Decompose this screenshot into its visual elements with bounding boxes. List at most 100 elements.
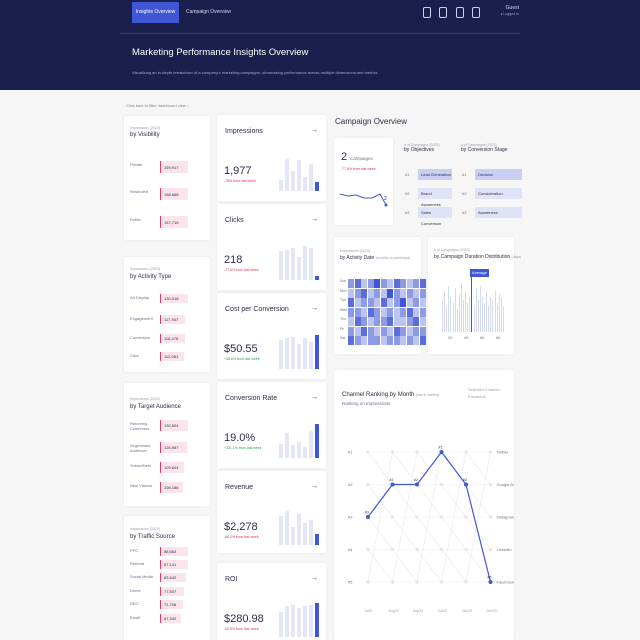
heatmap-cell[interactable] — [354, 317, 361, 326]
heatmap-cell[interactable] — [374, 326, 380, 336]
duration-bar[interactable] — [465, 291, 467, 332]
heatmap-cell[interactable] — [393, 298, 400, 307]
duration-bar[interactable] — [454, 288, 456, 332]
heatmap-cell[interactable] — [367, 279, 374, 288]
category-chip[interactable]: Decision — [475, 169, 522, 180]
heatmap-cell[interactable] — [354, 288, 361, 298]
heatmap-cell[interactable] — [367, 288, 374, 298]
kpi-card-cost-per-conversion[interactable]: Cost per Conversion → $50.55 +38.6% from… — [217, 293, 326, 379]
heatmap-cell[interactable] — [348, 279, 354, 288]
arrow-right-icon[interactable]: → — [311, 305, 318, 312]
heatmap-cell[interactable] — [400, 288, 406, 298]
heatmap-cell[interactable] — [400, 279, 406, 288]
heatmap-cell[interactable] — [367, 336, 374, 345]
heatmap-cell[interactable] — [354, 298, 361, 307]
selected-channel-point[interactable] — [439, 450, 444, 454]
selected-channel-point[interactable] — [390, 482, 395, 487]
heatmap-cell[interactable] — [406, 336, 413, 345]
arrow-right-icon[interactable]: → — [311, 575, 318, 582]
duration-bar[interactable] — [498, 294, 500, 332]
duration-bar[interactable] — [479, 286, 481, 332]
heatmap-cell[interactable] — [361, 317, 367, 326]
heatmap-cell[interactable] — [400, 326, 406, 336]
heatmap-cell[interactable] — [380, 336, 387, 345]
heatmap-cell[interactable] — [393, 307, 400, 317]
selected-channel-point[interactable] — [464, 482, 468, 487]
channel-label[interactable]: Twitter — [497, 450, 509, 455]
duration-bar[interactable] — [446, 306, 448, 332]
channel-label[interactable]: LinkedIn — [497, 547, 512, 552]
heatmap-cell[interactable] — [374, 307, 380, 317]
heatmap-cell[interactable] — [374, 288, 380, 298]
heatmap-cell[interactable] — [419, 307, 426, 317]
duration-bar[interactable] — [488, 306, 490, 332]
duration-bar[interactable] — [502, 306, 504, 332]
duration-bar[interactable] — [500, 297, 502, 332]
heatmap-cell[interactable] — [400, 298, 406, 307]
heatmap-cell[interactable] — [393, 279, 400, 288]
heatmap-cell[interactable] — [387, 336, 393, 345]
category-chip[interactable]: Awareness — [475, 207, 522, 218]
ranking-bump-chart[interactable]: #1 #2 #3 #4 #5 #3 #2 #2 #1 #2 #5 Twitter Google Ads I… — [334, 428, 514, 640]
heatmap-cell[interactable] — [400, 336, 406, 345]
heatmap-cell[interactable] — [387, 288, 393, 298]
duration-bar[interactable] — [442, 300, 443, 332]
user-icon[interactable] — [472, 7, 481, 18]
duration-bar[interactable] — [481, 297, 483, 332]
duration-bar[interactable] — [448, 286, 450, 332]
heatmap-cell[interactable] — [380, 298, 387, 307]
heatmap-cell[interactable] — [374, 298, 380, 307]
heatmap-cell[interactable] — [348, 288, 354, 298]
duration-bar[interactable] — [460, 283, 462, 332]
heatmap-cell[interactable] — [413, 288, 419, 298]
heatmap-cell[interactable] — [406, 279, 413, 288]
channel-label[interactable]: Google Ads — [497, 482, 515, 487]
duration-bar[interactable] — [477, 300, 479, 332]
heatmap-cell[interactable] — [348, 336, 354, 345]
category-chip[interactable]: Consideration — [475, 188, 522, 199]
heatmap-cell[interactable] — [354, 279, 361, 288]
kpi-card-roi[interactable]: ROI → $280.98 -60.5% from last week — [217, 563, 326, 640]
selected-channel-point[interactable] — [488, 580, 493, 584]
export-icon[interactable] — [423, 7, 431, 18]
arrow-right-icon[interactable]: → — [311, 394, 318, 401]
heatmap-cell[interactable] — [387, 307, 393, 317]
duration-bar[interactable] — [450, 297, 452, 332]
heatmap-cell[interactable] — [419, 326, 426, 336]
heatmap-cell[interactable] — [348, 326, 354, 336]
kpi-card-conversion-rate[interactable]: Conversion Rate → 19.0% +331.1% from las… — [217, 382, 326, 468]
heatmap-cell[interactable] — [406, 288, 413, 298]
heatmap-cell[interactable] — [361, 288, 367, 298]
heatmap-cell[interactable] — [367, 298, 374, 307]
duration-bar[interactable] — [452, 303, 454, 332]
heatmap-cell[interactable] — [413, 279, 419, 288]
heatmap-cell[interactable] — [361, 279, 367, 288]
heatmap-cell[interactable] — [354, 307, 361, 317]
duration-bar[interactable] — [484, 303, 485, 332]
duration-bar[interactable] — [467, 303, 469, 332]
channel-label[interactable]: Instagram — [497, 515, 515, 520]
heatmap-cell[interactable] — [367, 326, 374, 336]
heatmap-cell[interactable] — [374, 317, 380, 326]
heatmap-cell[interactable] — [387, 326, 393, 336]
duration-bar[interactable] — [456, 309, 458, 332]
arrow-right-icon[interactable]: → — [311, 127, 318, 134]
heatmap-cell[interactable] — [374, 279, 380, 288]
heatmap-cell[interactable] — [380, 307, 387, 317]
arrow-right-icon[interactable]: → — [311, 483, 318, 490]
heatmap-cell[interactable] — [406, 298, 413, 307]
heatmap-cell[interactable] — [361, 307, 367, 317]
category-chip[interactable]: Lead Generation — [418, 169, 452, 180]
heatmap-cell[interactable] — [406, 307, 413, 317]
heatmap-cell[interactable] — [413, 307, 419, 317]
heatmap-cell[interactable] — [419, 317, 426, 326]
heatmap-cell[interactable] — [419, 279, 426, 288]
heatmap-cell[interactable] — [380, 317, 387, 326]
heatmap-cell[interactable] — [361, 336, 367, 345]
heatmap-cell[interactable] — [393, 317, 400, 326]
settings-icon[interactable] — [439, 7, 448, 18]
user-info[interactable]: Guest ● Logged In — [495, 5, 519, 17]
heatmap-cell[interactable] — [354, 326, 361, 336]
heatmap-cell[interactable] — [387, 298, 393, 307]
heatmap-cell[interactable] — [387, 317, 393, 326]
